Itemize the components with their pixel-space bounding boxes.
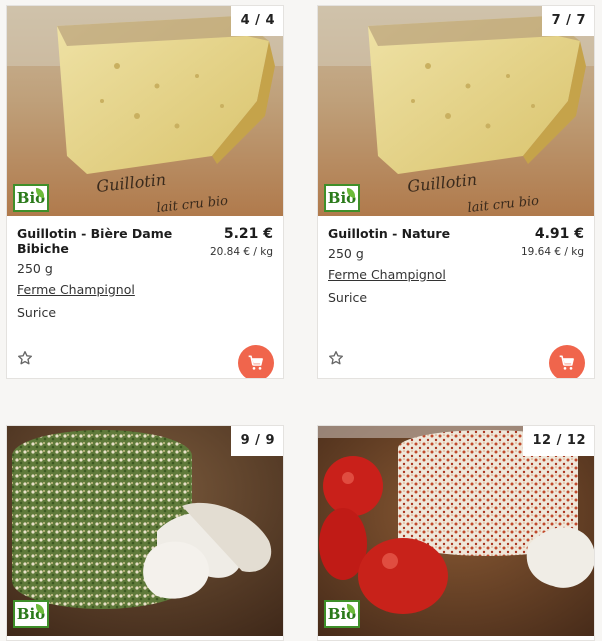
star-outline-icon[interactable]	[17, 350, 33, 370]
product-name[interactable]: Guillotin - Nature	[328, 226, 498, 241]
product-price: 5.21 €	[223, 226, 273, 242]
add-to-cart-button[interactable]	[549, 345, 585, 378]
bio-label-icon: Bio	[13, 184, 49, 212]
photo-counter: 4 / 4	[230, 6, 283, 36]
product-card[interactable]: Guillotin lait cru bio 4 / 4 Bio Guillot…	[6, 5, 284, 379]
star-outline-icon[interactable]	[328, 350, 344, 370]
product-photo[interactable]: Guillotin lait cru bio 4 / 4 Bio	[7, 6, 283, 216]
product-price: 4.91 €	[534, 226, 584, 242]
photo-counter: 12 / 12	[522, 426, 594, 456]
product-card[interactable]: Guillotin lait cru bio 7 / 7 Bio Guillot…	[317, 5, 595, 379]
product-photo[interactable]: Guillotin lait cru bio 7 / 7 Bio	[318, 6, 594, 216]
product-unit-price: 20.84 € / kg	[209, 246, 273, 258]
farm-link[interactable]: Ferme Champignol	[17, 282, 135, 297]
add-to-cart-button[interactable]	[238, 345, 274, 378]
shopping-cart-icon	[559, 355, 574, 370]
photo-counter: 9 / 9	[230, 426, 283, 456]
farm-town: Surice	[17, 305, 57, 320]
photo-counter: 7 / 7	[541, 6, 594, 36]
shopping-cart-icon	[248, 355, 263, 370]
product-unit-price: 19.64 € / kg	[520, 246, 584, 258]
bio-label-icon: Bio	[324, 600, 360, 628]
bio-label-icon: Bio	[324, 184, 360, 212]
bio-label-icon: Bio	[13, 600, 49, 628]
product-name[interactable]: Guillotin - Bière Dame Bibiche	[17, 226, 187, 256]
product-photo[interactable]: 12 / 12 Bio	[318, 426, 594, 636]
product-weight: 250 g	[17, 261, 53, 276]
farm-link[interactable]: Ferme Champignol	[328, 267, 446, 282]
product-photo[interactable]: 9 / 9 Bio	[7, 426, 283, 636]
farm-town: Surice	[328, 290, 368, 305]
product-card[interactable]: 12 / 12 Bio	[317, 425, 595, 641]
product-card[interactable]: 9 / 9 Bio	[6, 425, 284, 641]
